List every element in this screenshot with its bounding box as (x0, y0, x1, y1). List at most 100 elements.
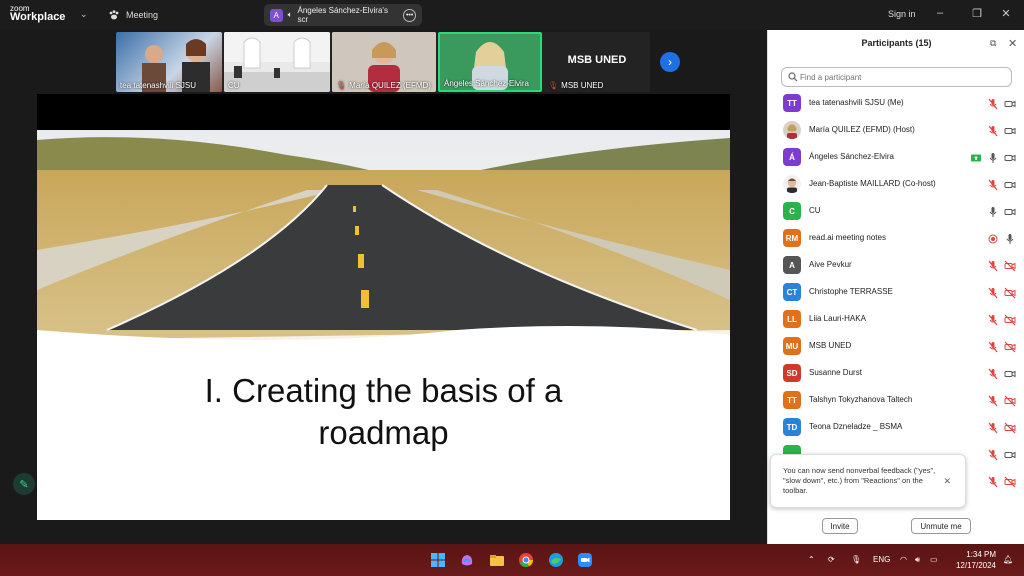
notification-bell-icon[interactable]: 🔔︎ (1003, 555, 1013, 564)
participant-avatar (783, 175, 801, 193)
participant-row[interactable]: TT tea tatenashvili SJSU (Me) (768, 90, 1024, 117)
participant-avatar: TT (783, 94, 801, 112)
participant-name: CU (809, 206, 821, 215)
more-options-icon[interactable]: ••• (403, 8, 416, 22)
participant-row[interactable]: A Aive Pevkur (768, 252, 1024, 279)
unmute-me-button[interactable]: Unmute me (911, 518, 971, 534)
participant-row[interactable]: TT Talshyn Tokyzhanova Taltech (768, 387, 1024, 414)
close-panel-icon[interactable]: ✕ (1008, 37, 1017, 50)
copilot-icon[interactable] (459, 552, 475, 568)
battery-icon[interactable]: ▭ (930, 555, 938, 564)
wifi-icon[interactable]: ◠ (900, 555, 907, 564)
video-tile[interactable]: CU (224, 32, 330, 92)
video-camera-icon (1004, 97, 1016, 109)
participant-row[interactable]: TD Teona Dzneladze _ BSMA (768, 414, 1024, 441)
screen-share-pill[interactable]: A 🔈︎ Ángeles Sánchez-Elvira's scr ••• (264, 4, 422, 26)
video-camera-icon (1004, 367, 1016, 379)
toast-close-icon[interactable]: ✕ (943, 476, 951, 486)
muted-mic-icon (987, 259, 999, 272)
meeting-info-button[interactable]: Meeting (108, 9, 158, 21)
mic-icon (1004, 232, 1016, 244)
participant-name: Susanne Durst (809, 368, 862, 377)
microphone-tray-icon[interactable]: 🎙︎ (851, 555, 861, 564)
video-tile-active-speaker[interactable]: Ángeles Sánchez-Elvira (438, 32, 542, 92)
video-off-icon (1004, 421, 1016, 434)
minimize-icon[interactable]: – (933, 7, 947, 19)
chevron-down-icon[interactable]: ⌄ (80, 9, 88, 20)
muted-mic-icon (987, 313, 999, 326)
paw-icon (109, 10, 119, 20)
video-tile[interactable]: 🎙︎ María QUILEZ (EFMD) (332, 32, 436, 92)
participant-row[interactable]: Á Ángeles Sánchez-Elvira (768, 144, 1024, 171)
chevron-up-icon[interactable]: ⌃ (808, 555, 815, 564)
participant-row[interactable]: MU MSB UNED (768, 333, 1024, 360)
video-strip: tea tatenashvili SJSU CU 🎙︎ María QUILEZ … (116, 32, 650, 92)
tile-name: tea tatenashvili SJSU (120, 81, 197, 90)
restore-icon[interactable]: ❐ (970, 7, 984, 20)
video-off-icon (1004, 259, 1016, 272)
recording-icon (987, 232, 999, 244)
tile-placeholder-name: MSB UNED (567, 54, 627, 66)
participant-avatar: C (783, 202, 801, 220)
clock-time: 1:34 PM (966, 550, 996, 559)
invite-button[interactable]: Invite (822, 518, 858, 534)
participant-avatar: SD (783, 364, 801, 382)
video-off-icon (1004, 475, 1016, 488)
pop-out-icon[interactable]: ⧉ (990, 38, 996, 49)
video-off-icon (1004, 340, 1016, 353)
participants-title: Participants (15) (861, 38, 932, 48)
muted-mic-icon: 🎙︎ (336, 81, 347, 90)
participant-avatar: Á (783, 148, 801, 166)
chrome-icon[interactable] (518, 552, 534, 568)
zoom-logo: zoom Workplace (10, 4, 65, 23)
participant-avatar: LL (783, 310, 801, 328)
participant-row[interactable]: CT Christophe TERRASSE (768, 279, 1024, 306)
windows-taskbar: ⌃ ⟳ 🎙︎ ENG ◠ 🔊︎ ▭ 1:34 PM 12/17/2024 🔔︎ (0, 544, 1024, 576)
muted-mic-icon (987, 448, 999, 461)
participant-name: Liia Lauri-HAKA (809, 314, 866, 323)
participant-row[interactable]: LL Liia Lauri-HAKA (768, 306, 1024, 333)
file-explorer-icon[interactable] (489, 552, 505, 568)
slide-title: I. Creating the basis of a roadmap (37, 370, 730, 454)
video-camera-icon (1004, 205, 1016, 217)
search-icon (788, 72, 798, 82)
participant-row[interactable]: C CU (768, 198, 1024, 225)
zoom-window: zoom Workplace ⌄ Meeting A 🔈︎ Ángeles Sá… (0, 0, 1024, 576)
participant-row[interactable]: María QUILEZ (EFMD) (Host) (768, 117, 1024, 144)
video-tile[interactable]: tea tatenashvili SJSU (116, 32, 222, 92)
participant-name: Jean-Baptiste MAILLARD (Co-host) (809, 179, 936, 188)
participant-name: María QUILEZ (EFMD) (Host) (809, 125, 915, 134)
system-clock[interactable]: 1:34 PM 12/17/2024 (944, 549, 996, 571)
muted-mic-icon: 🎙︎ (548, 81, 559, 90)
next-page-arrow-icon[interactable]: › (660, 52, 680, 72)
video-camera-icon (1004, 448, 1016, 460)
zoom-app-icon[interactable] (577, 552, 593, 568)
close-icon[interactable]: ✕ (999, 7, 1013, 20)
video-camera-icon (1004, 178, 1016, 190)
participant-row[interactable]: Jean-Baptiste MAILLARD (Co-host) (768, 171, 1024, 198)
windows-start-icon[interactable] (430, 552, 446, 568)
video-tile[interactable]: MSB UNED 🎙︎ MSB UNED (544, 32, 650, 92)
toast-text: You can now send nonverbal feedback ("ye… (783, 466, 936, 495)
participant-name: Aive Pevkur (809, 260, 852, 269)
screen-share-icon (970, 151, 982, 163)
video-off-icon (1004, 313, 1016, 326)
edge-icon[interactable] (548, 552, 564, 568)
meeting-label: Meeting (126, 10, 159, 20)
reactions-tip-toast: You can now send nonverbal feedback ("ye… (770, 454, 966, 508)
muted-mic-icon (987, 340, 999, 353)
sync-icon[interactable]: ⟳ (828, 555, 835, 564)
participant-row[interactable]: SD Susanne Durst (768, 360, 1024, 387)
participant-row[interactable]: RM read.ai meeting notes (768, 225, 1024, 252)
sign-in-link[interactable]: Sign in (888, 9, 916, 19)
video-camera-icon (1004, 151, 1016, 163)
participant-avatar: A (783, 256, 801, 274)
annotate-pen-icon[interactable]: ✎ (13, 473, 35, 495)
volume-icon[interactable]: 🔊︎ (915, 555, 920, 565)
participant-search-input[interactable] (781, 67, 1012, 87)
shared-screen: I. Creating the basis of a roadmap (37, 94, 730, 520)
mic-icon (987, 151, 999, 163)
language-indicator[interactable]: ENG (873, 555, 890, 564)
participant-avatar: MU (783, 337, 801, 355)
participant-avatar: CT (783, 283, 801, 301)
